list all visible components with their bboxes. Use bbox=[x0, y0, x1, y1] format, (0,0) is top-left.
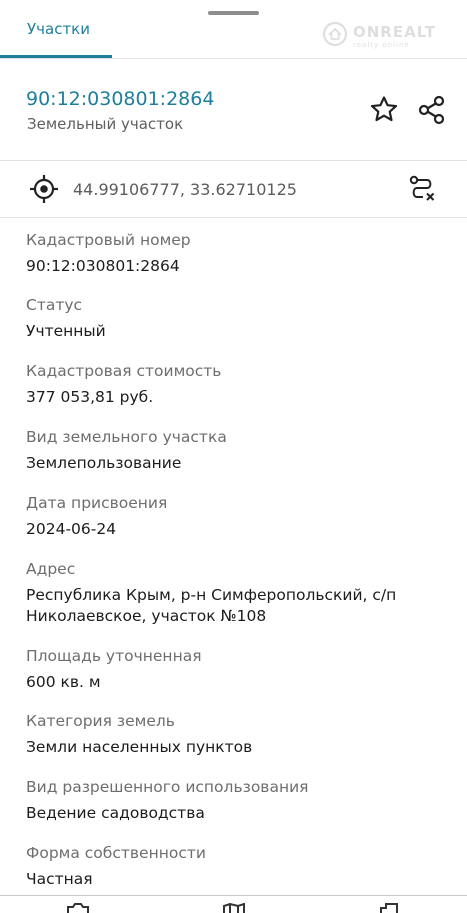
field-land-type: Вид земельного участка Землепользование bbox=[26, 427, 441, 474]
field-label: Площадь уточненная bbox=[26, 647, 202, 665]
field-cadastral-number: Кадастровый номер 90:12:030801:2864 bbox=[26, 230, 441, 277]
favorite-button[interactable] bbox=[367, 93, 401, 127]
field-assignment-date: Дата присвоения 2024-06-24 bbox=[26, 493, 441, 540]
watermark-logo-icon bbox=[322, 21, 348, 47]
field-label: Форма собственности bbox=[26, 844, 206, 862]
field-cadastral-cost: Кадастровая стоимость 377 053,81 руб. bbox=[26, 361, 441, 408]
field-label: Дата присвоения bbox=[26, 494, 168, 512]
star-icon bbox=[370, 96, 398, 122]
map-icon[interactable] bbox=[222, 903, 246, 913]
route-button[interactable] bbox=[405, 172, 439, 206]
field-value: Землепользование bbox=[26, 454, 182, 472]
field-area: Площадь уточненная 600 кв. м bbox=[26, 646, 441, 693]
route-icon bbox=[409, 175, 435, 201]
field-value: Частная bbox=[26, 870, 93, 888]
field-value: Земли населенных пунктов bbox=[26, 738, 253, 756]
bottom-navigation bbox=[0, 895, 467, 913]
watermark-sub: realty online bbox=[353, 41, 410, 49]
field-value: 90:12:030801:2864 bbox=[26, 257, 180, 275]
field-label: Вид разрешенного использования bbox=[26, 778, 309, 796]
camera-icon[interactable] bbox=[66, 903, 90, 913]
field-value: 600 кв. м bbox=[26, 673, 101, 691]
watermark-brand: ONREALT bbox=[353, 23, 437, 41]
field-label: Статус bbox=[26, 296, 83, 314]
field-ownership-form: Форма собственности Частная bbox=[26, 843, 441, 890]
field-value: Республика Крым, р-н Симферопольский, с/… bbox=[26, 586, 397, 625]
field-value: Ведение садоводства bbox=[26, 804, 205, 822]
tab-bar: Участки ONREALT realty online bbox=[0, 0, 467, 59]
field-address: Адрес Республика Крым, р-н Симферопольск… bbox=[26, 559, 441, 627]
field-value: Учтенный bbox=[26, 322, 106, 340]
field-label: Кадастровый номер bbox=[26, 231, 191, 249]
share-icon bbox=[418, 95, 445, 125]
coordinates-row[interactable]: 44.99106777, 33.62710125 bbox=[0, 161, 467, 218]
field-label: Вид земельного участка bbox=[26, 428, 227, 446]
share-button[interactable] bbox=[415, 93, 449, 127]
watermark: ONREALT realty online bbox=[322, 18, 460, 52]
tab-active-indicator bbox=[0, 55, 112, 58]
coordinates-text: 44.99106777, 33.62710125 bbox=[73, 180, 297, 199]
field-value: 2024-06-24 bbox=[26, 520, 117, 538]
cadastral-number-title: 90:12:030801:2864 bbox=[26, 88, 215, 110]
field-status: Статус Учтенный bbox=[26, 295, 441, 342]
field-label: Адрес bbox=[26, 560, 76, 578]
field-label: Кадастровая стоимость bbox=[26, 362, 222, 380]
layers-icon[interactable] bbox=[377, 903, 401, 913]
field-permitted-use: Вид разрешенного использования Ведение с… bbox=[26, 777, 441, 824]
field-land-category: Категория земель Земли населенных пункто… bbox=[26, 711, 441, 758]
field-value: 377 053,81 руб. bbox=[26, 388, 154, 406]
tab-plots[interactable]: Участки bbox=[27, 20, 90, 38]
object-header: 90:12:030801:2864 Земельный участок bbox=[0, 59, 467, 161]
location-button[interactable] bbox=[27, 172, 61, 206]
object-type-subtitle: Земельный участок bbox=[27, 115, 184, 133]
crosshair-location-icon bbox=[30, 175, 58, 203]
field-label: Категория земель bbox=[26, 712, 175, 730]
